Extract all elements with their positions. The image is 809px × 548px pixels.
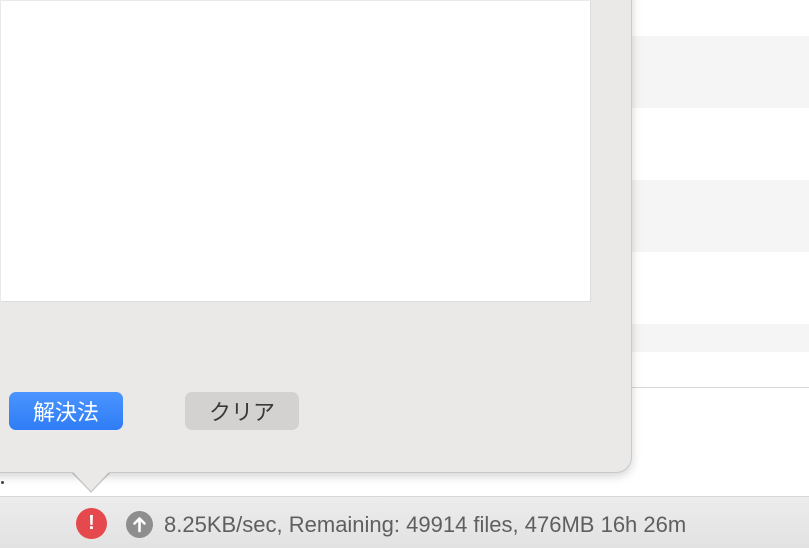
list-row[interactable] bbox=[630, 352, 809, 387]
exclamation-icon[interactable]: ! bbox=[76, 508, 107, 539]
background-panel-left bbox=[0, 470, 35, 498]
list-row[interactable] bbox=[630, 36, 809, 108]
popover-arrow bbox=[71, 470, 111, 491]
list-row[interactable] bbox=[630, 0, 809, 36]
list-row[interactable] bbox=[630, 252, 809, 324]
list-row[interactable] bbox=[630, 180, 809, 252]
upload-arrow-icon bbox=[126, 511, 153, 538]
error-details-panel bbox=[1, 1, 591, 302]
solution-button[interactable]: 解決法 bbox=[9, 392, 123, 430]
transfer-status-text: 8.25KB/sec, Remaining: 49914 files, 476M… bbox=[164, 512, 687, 537]
list-row[interactable] bbox=[630, 108, 809, 180]
list-row[interactable] bbox=[630, 324, 809, 352]
upload-arrow-glyph bbox=[133, 517, 146, 533]
error-glyph: ! bbox=[88, 512, 95, 534]
dot-marker bbox=[1, 481, 4, 484]
app-window: ! 8.25KB/sec, Remaining: 49914 files, 47… bbox=[0, 0, 809, 548]
clear-button[interactable]: クリア bbox=[185, 392, 299, 430]
background-file-list bbox=[630, 0, 809, 387]
